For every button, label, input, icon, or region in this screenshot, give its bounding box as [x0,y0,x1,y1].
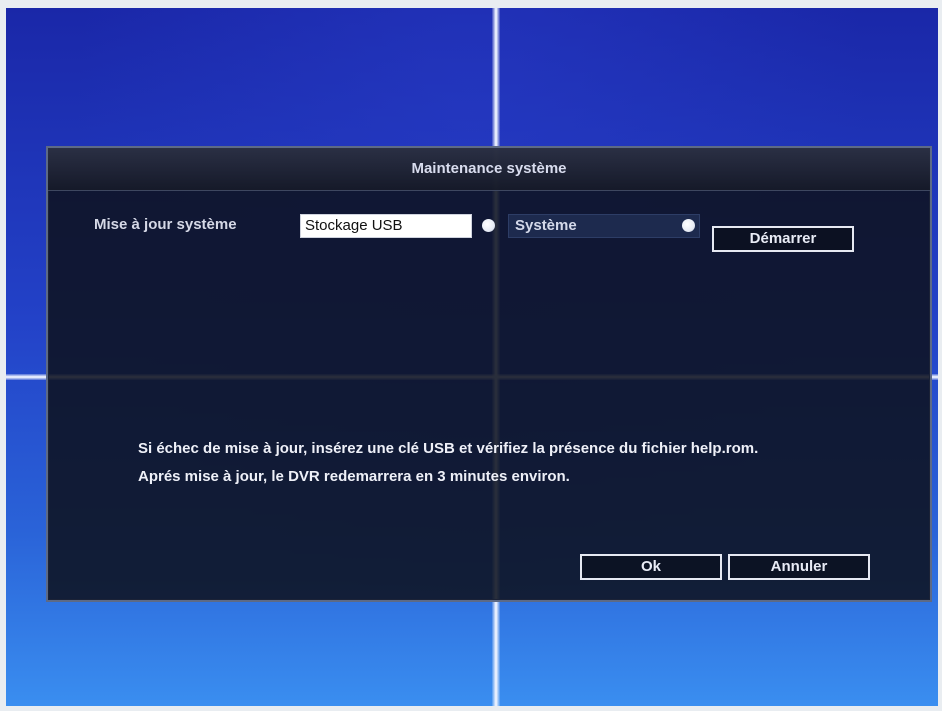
update-source-value: Stockage USB [305,217,403,234]
update-target-dropdown-icon[interactable] [682,219,695,232]
dialog-title: Maintenance système [411,160,567,177]
update-source-dropdown-icon[interactable] [482,219,495,232]
restart-notice: Aprés mise à jour, le DVR redemarrera en… [138,468,570,485]
update-target-value: Système [515,217,577,234]
update-target-select[interactable]: Système [508,214,700,238]
update-source-select[interactable]: Stockage USB [300,214,495,238]
ok-button[interactable]: Ok [580,554,722,580]
dialog-title-bar: Maintenance système [48,148,930,191]
maintenance-dialog: Maintenance système Mise à jour système … [46,146,932,602]
update-failure-instructions: Si échec de mise à jour, insérez une clé… [138,440,759,457]
dvr-screen: Maintenance système Mise à jour système … [6,8,938,706]
start-button[interactable]: Démarrer [712,226,854,252]
system-update-label: Mise à jour système [94,216,237,233]
cancel-button[interactable]: Annuler [728,554,870,580]
